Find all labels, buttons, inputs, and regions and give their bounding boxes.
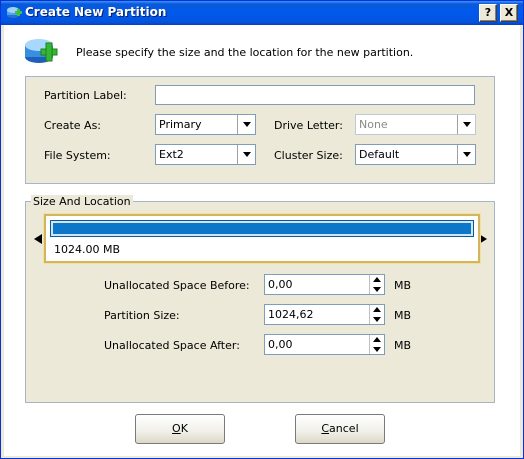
chevron-down-icon[interactable] (237, 115, 255, 134)
file-system-value: Ext2 (159, 148, 184, 161)
cluster-size-value: Default (359, 148, 400, 161)
spin-buttons (369, 305, 384, 324)
title-bar[interactable]: Create New Partition ? X (1, 1, 523, 25)
unallocated-after-spinner[interactable]: 0,00 (264, 334, 385, 355)
unallocated-before-spinner[interactable]: 0,00 (264, 274, 385, 295)
unallocated-after-value: 0,00 (268, 338, 293, 351)
cancel-mnemonic: C (321, 422, 330, 435)
cluster-size-select[interactable]: Default (355, 144, 476, 165)
unallocated-before-label: Unallocated Space Before: (104, 279, 250, 292)
file-system-label: File System: (44, 149, 111, 162)
drive-letter-select[interactable]: None (355, 114, 476, 135)
spin-buttons (369, 275, 384, 294)
ok-label-rest: K (180, 422, 188, 435)
spin-up-icon[interactable] (370, 275, 384, 284)
spin-down-icon[interactable] (370, 285, 384, 294)
unit-label: MB (394, 339, 412, 352)
create-as-label: Create As: (44, 119, 102, 132)
cancel-button[interactable]: Cancel (295, 414, 385, 444)
unit-label: MB (394, 309, 412, 322)
drive-letter-label: Drive Letter: (274, 119, 343, 132)
move-left-handle-icon[interactable] (34, 234, 42, 244)
close-button[interactable]: X (500, 4, 518, 22)
instruction-text: Please specify the size and the location… (76, 46, 414, 59)
spin-buttons (369, 335, 384, 354)
window-title: Create New Partition (25, 5, 167, 19)
ok-button[interactable]: OK (135, 414, 225, 444)
move-right-handle-icon[interactable] (479, 234, 487, 244)
partition-label-input[interactable] (155, 85, 475, 105)
cancel-label-rest: ancel (329, 422, 359, 435)
spin-up-icon[interactable] (370, 305, 384, 314)
file-system-select[interactable]: Ext2 (155, 144, 256, 165)
size-location-title: Size And Location (31, 195, 133, 208)
unallocated-after-label: Unallocated Space After: (104, 339, 240, 352)
help-button[interactable]: ? (479, 4, 497, 22)
partition-layout-map[interactable]: 1024.00 MB (44, 214, 480, 263)
create-as-value: Primary (159, 118, 202, 131)
partition-size-label: Partition Size: (104, 309, 180, 322)
partition-add-icon (7, 7, 22, 18)
partition-bar[interactable] (50, 220, 474, 237)
partition-add-icon (25, 39, 58, 63)
partition-size-caption: 1024.00 MB (54, 243, 121, 256)
spin-down-icon[interactable] (370, 315, 384, 324)
create-partition-dialog: Create New Partition ? X Please specify … (0, 0, 524, 459)
chevron-down-icon[interactable] (237, 145, 255, 164)
create-as-select[interactable]: Primary (155, 114, 256, 135)
unallocated-before-value: 0,00 (268, 278, 293, 291)
chevron-down-icon[interactable] (457, 115, 475, 134)
unit-label: MB (394, 279, 412, 292)
partition-label-label: Partition Label: (44, 89, 127, 102)
drive-letter-value: None (359, 118, 388, 131)
chevron-down-icon[interactable] (457, 145, 475, 164)
spin-up-icon[interactable] (370, 335, 384, 344)
cluster-size-label: Cluster Size: (274, 149, 343, 162)
partition-size-value: 1024,62 (268, 308, 314, 321)
ok-mnemonic: O (172, 422, 181, 435)
partition-size-spinner[interactable]: 1024,62 (264, 304, 385, 325)
spin-down-icon[interactable] (370, 345, 384, 354)
